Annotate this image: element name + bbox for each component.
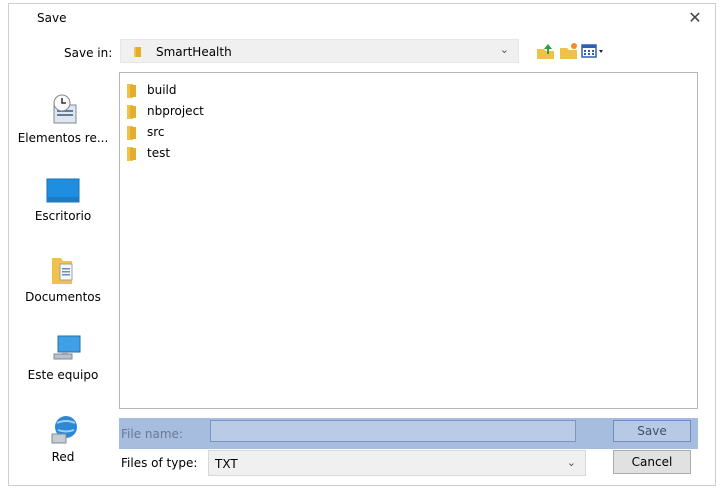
save-in-label: Save in: <box>64 46 113 60</box>
view-menu-icon[interactable] <box>580 40 603 62</box>
file-name-label: File name: <box>121 427 183 441</box>
place-label: Documentos <box>25 290 101 304</box>
file-list[interactable]: build nbproject src test <box>119 72 698 409</box>
place-label: Red <box>51 450 75 464</box>
dialog-title: Save <box>37 11 67 25</box>
folder-icon <box>133 46 145 61</box>
files-of-type-value: TXT <box>215 457 238 471</box>
folder-icon <box>127 147 137 164</box>
place-desktop[interactable]: Escritorio <box>10 178 116 228</box>
folder-icon <box>127 105 137 122</box>
place-this-pc[interactable]: Este equipo <box>10 334 116 384</box>
places-bar: Elementos re... Escritorio Documentos Es… <box>10 62 116 472</box>
save-in-combobox[interactable]: SmartHealth ⌄ <box>120 39 519 63</box>
new-folder-icon[interactable] <box>558 40 580 62</box>
folder-icon <box>127 84 137 101</box>
files-of-type-label: Files of type: <box>121 456 198 470</box>
folder-icon <box>127 126 137 143</box>
place-network[interactable]: Red <box>10 414 116 466</box>
file-name: nbproject <box>147 104 204 118</box>
place-recent-items[interactable]: Elementos re... <box>10 93 116 153</box>
file-name-input[interactable] <box>210 420 576 442</box>
desktop-icon <box>46 178 80 207</box>
files-of-type-combobox[interactable]: TXT ⌄ <box>208 450 586 476</box>
recent-items-icon <box>50 93 80 128</box>
chevron-down-icon[interactable]: ⌄ <box>567 456 576 469</box>
place-label: Elementos re... <box>17 131 109 145</box>
chevron-down-icon[interactable]: ⌄ <box>500 43 509 56</box>
network-icon <box>48 414 82 449</box>
file-name-row: File name: Save <box>119 418 698 449</box>
save-button[interactable]: Save <box>613 420 691 442</box>
documents-icon <box>48 256 78 289</box>
cancel-button[interactable]: Cancel <box>613 450 691 474</box>
computer-icon <box>48 334 82 367</box>
place-documents[interactable]: Documentos <box>10 256 116 306</box>
up-one-level-icon[interactable] <box>535 40 557 62</box>
place-label: Este equipo <box>27 368 99 382</box>
place-label: Escritorio <box>34 209 92 223</box>
save-in-value: SmartHealth <box>156 45 232 59</box>
file-name: build <box>147 83 177 97</box>
close-icon[interactable]: ✕ <box>685 8 705 28</box>
file-name: src <box>147 125 165 139</box>
title-bar: Save ✕ <box>9 4 715 34</box>
file-name: test <box>147 146 171 160</box>
